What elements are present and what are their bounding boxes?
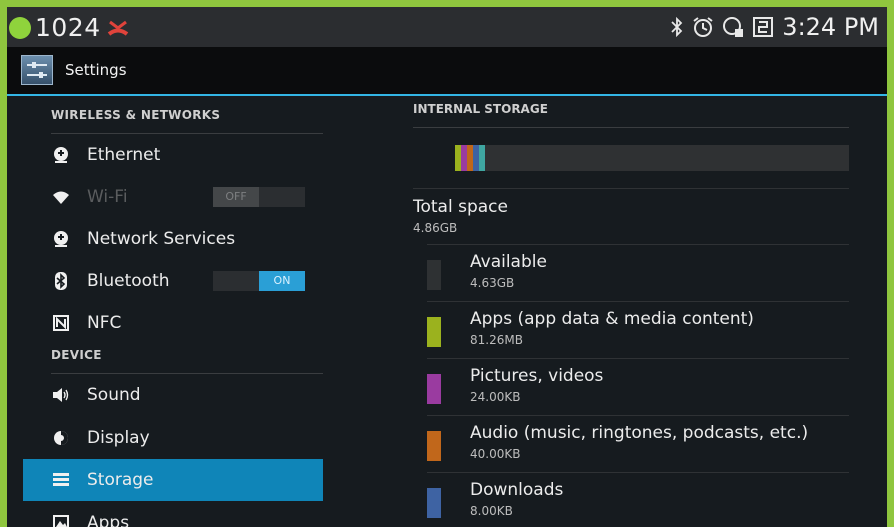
bluetooth-toggle[interactable]: ON (213, 271, 305, 291)
storage-row-label: Downloads (470, 480, 564, 500)
status-counter: 1024 (35, 13, 101, 42)
storage-usage-bar (455, 145, 849, 171)
sidebar-item-sound[interactable]: Sound (51, 374, 323, 416)
color-swatch (427, 317, 441, 347)
status-time: 3:24 PM (782, 13, 879, 41)
storage-row-value: 40.00KB (470, 447, 521, 461)
storage-row-downloads[interactable]: Downloads 8.00KB (427, 473, 849, 527)
page-title: Settings (65, 61, 127, 79)
sidebar-item-label: Apps (87, 513, 130, 527)
sidebar-item-storage[interactable]: Storage (23, 459, 323, 501)
status-bar: 1024 3:24 PM (7, 7, 887, 47)
sidebar-item-display[interactable]: Display (51, 417, 323, 459)
sidebar-item-network-services[interactable]: Network Services (51, 218, 323, 260)
ethernet-icon (51, 145, 71, 165)
storage-panel: INTERNAL STORAGE Total space 4.86GB Avai… (399, 96, 859, 527)
storage-row-audio[interactable]: Audio (music, ringtones, podcasts, etc.)… (427, 416, 849, 472)
display-icon (51, 428, 71, 448)
status-left: 1024 (9, 13, 129, 42)
section-header-wireless: WIRELESS & NETWORKS (51, 108, 323, 134)
section-header-device: DEVICE (51, 348, 323, 374)
sidebar-item-label: Network Services (87, 229, 236, 249)
internal-storage-header: INTERNAL STORAGE (413, 102, 849, 128)
sidebar-item-wifi[interactable]: Wi-Fi OFF (51, 176, 323, 218)
sidebar-item-label: Bluetooth (87, 271, 170, 291)
sound-icon (51, 385, 71, 405)
total-space-value: 4.86GB (413, 221, 458, 235)
sliders-icon (27, 62, 47, 78)
storage-row-available[interactable]: Available 4.63GB (427, 245, 849, 301)
color-swatch (427, 431, 441, 461)
color-swatch (427, 374, 441, 404)
sidebar-item-bluetooth[interactable]: Bluetooth ON (51, 260, 323, 302)
data-icon (723, 17, 744, 37)
storage-row-value: 8.00KB (470, 504, 513, 518)
sidebar-item-label: NFC (87, 313, 122, 333)
storage-row-label: Audio (music, ringtones, podcasts, etc.) (470, 423, 809, 443)
storage-row-value: 24.00KB (470, 390, 521, 404)
sidebar-item-nfc[interactable]: NFC (51, 302, 323, 344)
sidebar-item-ethernet[interactable]: Ethernet (51, 134, 323, 176)
color-swatch (427, 260, 441, 290)
toggle-knob: OFF (213, 187, 259, 207)
storage-row-label: Available (470, 252, 547, 272)
settings-app-icon[interactable] (21, 55, 53, 85)
usage-segment-misc (479, 145, 485, 171)
bluetooth-icon (51, 271, 71, 291)
storage-row-value: 4.63GB (470, 276, 515, 290)
apps-icon (51, 513, 71, 527)
wifi-icon (51, 187, 71, 207)
screen: 1024 3:24 PM Settings WIRELESS & NETWORK… (7, 7, 887, 527)
sidebar-item-label: Ethernet (87, 145, 161, 165)
sync-icon (753, 17, 774, 37)
total-space-label: Total space (413, 197, 508, 217)
sidebar-item-label: Sound (87, 385, 141, 405)
alarm-icon (693, 17, 713, 37)
storage-row-apps[interactable]: Apps (app data & media content) 81.26MB (427, 302, 849, 358)
sidebar-item-label: Storage (87, 470, 154, 490)
toggle-knob: ON (259, 271, 305, 291)
sidebar-item-label: Display (87, 428, 150, 448)
storage-icon (51, 470, 71, 490)
storage-row-pictures[interactable]: Pictures, videos 24.00KB (427, 359, 849, 415)
storage-row-value: 81.26MB (470, 333, 523, 347)
sidebar-item-label: Wi-Fi (87, 187, 128, 207)
network-icon (51, 229, 71, 249)
notification-dot-icon (9, 16, 31, 39)
status-right: 3:24 PM (662, 13, 879, 41)
nfc-icon (51, 313, 71, 333)
color-swatch (427, 488, 441, 518)
storage-row-label: Pictures, videos (470, 366, 604, 386)
settings-sidebar: WIRELESS & NETWORKS Ethernet Wi-Fi OFF N… (7, 96, 327, 527)
bluetooth-icon (671, 16, 683, 38)
sidebar-item-apps[interactable]: Apps (51, 502, 323, 527)
missed-call-icon (107, 20, 128, 36)
wifi-toggle[interactable]: OFF (213, 187, 305, 207)
divider (413, 188, 849, 189)
storage-row-label: Apps (app data & media content) (470, 309, 754, 329)
action-bar: Settings (7, 47, 887, 96)
